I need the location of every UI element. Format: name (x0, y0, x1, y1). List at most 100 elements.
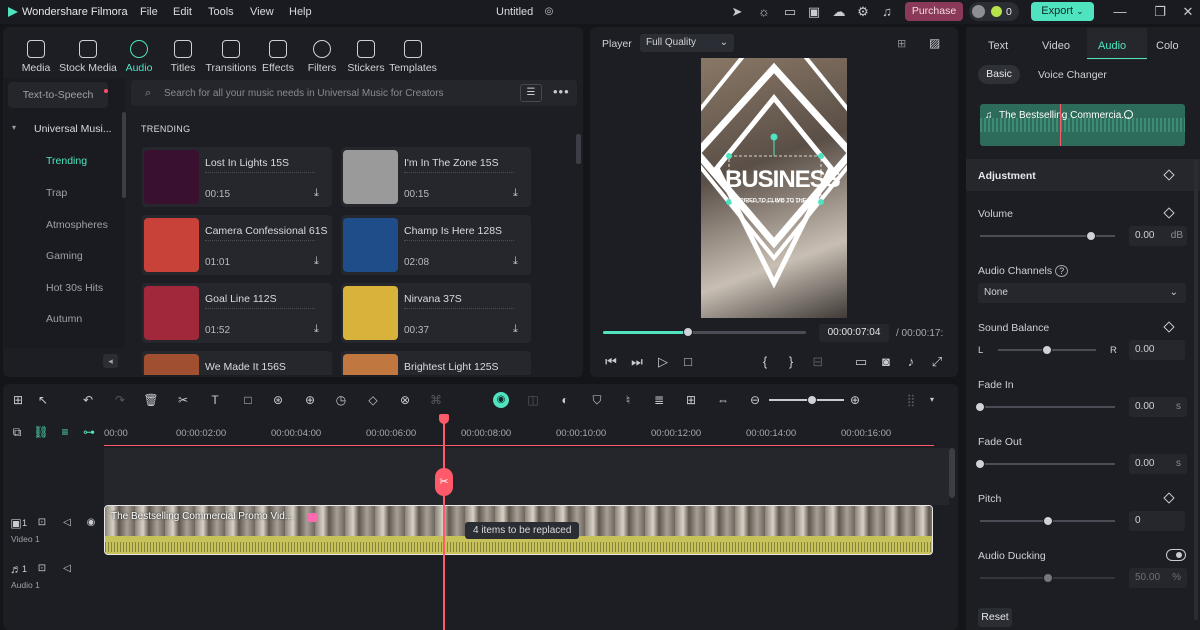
quality-select[interactable]: Full Quality ⌄ (640, 34, 734, 52)
fade-in-knob[interactable] (975, 402, 985, 412)
translate-icon[interactable]: ⌘ (428, 392, 444, 408)
mark-out-icon[interactable]: } (783, 354, 799, 370)
select-tool-icon[interactable]: ↖ (35, 392, 51, 408)
shield-icon[interactable]: ⛉ (589, 392, 605, 408)
pitch-value[interactable]: 0 (1129, 511, 1185, 531)
color-icon[interactable]: ⊛ (270, 392, 286, 408)
ai-copilot-icon[interactable]: ◉ (493, 392, 509, 408)
volume-slider[interactable] (980, 231, 1115, 241)
undo-icon[interactable]: ↶ (80, 392, 96, 408)
balance-slider[interactable] (998, 345, 1096, 355)
download-icon[interactable]: ⤓ (314, 255, 319, 268)
grid-view-icon[interactable]: ⊞ (897, 37, 906, 50)
menu-file[interactable]: File (140, 6, 158, 18)
balance-knob[interactable] (1042, 345, 1052, 355)
stop-icon[interactable]: □ (680, 354, 696, 370)
scissors-icon[interactable]: ✂ (435, 468, 453, 496)
tab-stickers[interactable]: Stickers (340, 40, 392, 74)
collapse-sidebar-button[interactable]: ◂ (103, 354, 118, 368)
download-icon[interactable]: ⤓ (314, 187, 319, 200)
layout-icon[interactable]: ⊞ (10, 392, 26, 408)
subtab-voice-changer[interactable]: Voice Changer (1038, 69, 1107, 81)
fullscreen-icon[interactable]: ⤢ (929, 354, 945, 370)
apps-icon[interactable]: ⚙ (855, 4, 871, 20)
subtab-basic[interactable]: Basic (978, 65, 1020, 84)
download-icon[interactable]: ⤓ (513, 187, 518, 200)
ai-icon[interactable]: ⊕ (302, 392, 318, 408)
track-card[interactable]: Brightest Light 125S (341, 351, 531, 375)
audio-channels-select[interactable]: None ⌄ (978, 283, 1186, 303)
export-button[interactable]: Export ⌄ (1031, 2, 1094, 21)
add-media-icon[interactable]: ⊞ (683, 392, 699, 408)
current-time[interactable]: 00:00:07:04 (819, 324, 889, 342)
lock-icon[interactable]: ⊡ (34, 515, 50, 531)
chevron-down-icon[interactable]: ▾ (924, 392, 940, 408)
download-icon[interactable]: ⤓ (513, 323, 518, 336)
more-icon[interactable]: ••• (553, 84, 570, 99)
track-card[interactable]: Nirvana 37S 00:37 ⤓ (341, 283, 531, 343)
send-icon[interactable]: ➤ (729, 4, 745, 20)
tab-audio[interactable]: Audio (1098, 40, 1126, 52)
audio-clip-preview[interactable]: ♫ The Bestselling Commercia... (980, 104, 1185, 146)
zoom-out-icon[interactable]: ⊖ (747, 392, 763, 408)
ducking-value[interactable]: 50.00% (1129, 568, 1187, 588)
fade-out-slider[interactable] (975, 459, 1115, 469)
audio-clip-handle[interactable] (1124, 110, 1133, 119)
purchase-button[interactable]: Purchase (905, 2, 963, 21)
track-card[interactable]: Lost In Lights 15S 00:15 ⤓ (142, 147, 332, 207)
track-card[interactable]: Goal Line 112S 01:52 ⤓ (142, 283, 332, 343)
speed-icon[interactable]: ◷ (333, 392, 349, 408)
reset-button[interactable]: Reset (978, 608, 1012, 627)
crop-icon[interactable]: □ (240, 392, 256, 408)
snap-icon[interactable]: ⊶ (81, 424, 97, 440)
fade-out-knob[interactable] (975, 459, 985, 469)
motion-icon[interactable]: ◐ (557, 392, 573, 408)
tab-transitions[interactable]: Transitions (204, 40, 258, 74)
volume-icon[interactable]: ♪ (903, 354, 919, 370)
microphone-icon[interactable]: ♮ (620, 392, 636, 408)
balance-value[interactable]: 0.00 (1129, 340, 1185, 360)
lightbulb-icon[interactable]: ☼ (756, 4, 772, 20)
tab-stock-media[interactable]: Stock Media (58, 40, 118, 74)
properties-scrollbar[interactable] (1194, 160, 1198, 620)
ducking-knob[interactable] (1042, 573, 1053, 583)
tab-color[interactable]: Colo (1156, 40, 1179, 52)
delete-icon[interactable]: 🗑 (143, 392, 159, 408)
help-icon[interactable]: ? (1055, 265, 1069, 277)
playhead-handle[interactable] (439, 414, 449, 424)
tab-templates[interactable]: Templates (387, 40, 439, 74)
tab-video[interactable]: Video (1042, 40, 1070, 52)
sidebar-scrollbar[interactable] (122, 112, 126, 198)
stabilize-icon[interactable]: ◫ (525, 392, 541, 408)
playhead[interactable] (443, 418, 445, 630)
zoom-in-icon[interactable]: ⊕ (847, 392, 863, 408)
ducking-slider[interactable] (980, 573, 1115, 583)
fit-icon[interactable]: ⇔ (715, 392, 731, 408)
sidebar-group-universal-music[interactable]: Universal Musi... (34, 123, 156, 135)
lock-icon[interactable]: ⊡ (34, 561, 50, 577)
fade-in-slider[interactable] (975, 402, 1115, 412)
audio-ducking-toggle[interactable] (1166, 549, 1186, 561)
menu-help[interactable]: Help (289, 6, 312, 18)
restore-icon[interactable]: ❐ (1152, 4, 1168, 20)
play-icon[interactable]: ▷ (655, 354, 671, 370)
link-icon[interactable]: ⛓ (33, 424, 49, 440)
tab-media[interactable]: Media (10, 40, 62, 74)
chevron-down-icon[interactable]: ▾ (12, 123, 16, 132)
download-icon[interactable]: ⤓ (513, 255, 518, 268)
track-card[interactable]: Champ Is Here 128S 02:08 ⤓ (341, 215, 531, 275)
zoom-knob[interactable] (807, 395, 817, 405)
menu-view[interactable]: View (250, 6, 274, 18)
menu-tools[interactable]: Tools (208, 6, 234, 18)
tab-titles[interactable]: Titles (157, 40, 209, 74)
snapshot-icon[interactable]: ▨ (929, 36, 940, 50)
pitch-slider[interactable] (980, 516, 1115, 526)
cloud-upload-icon[interactable]: ☁ (831, 4, 847, 20)
playback-progress[interactable] (603, 327, 806, 337)
mask-icon[interactable]: ⊗ (397, 392, 413, 408)
search-input[interactable]: Search for all your music needs in Unive… (164, 88, 444, 99)
fade-in-value[interactable]: 0.00 s (1129, 397, 1187, 417)
add-track-icon[interactable]: ⧉ (9, 424, 25, 440)
mark-in-icon[interactable]: { (757, 354, 773, 370)
pitch-knob[interactable] (1042, 516, 1053, 526)
